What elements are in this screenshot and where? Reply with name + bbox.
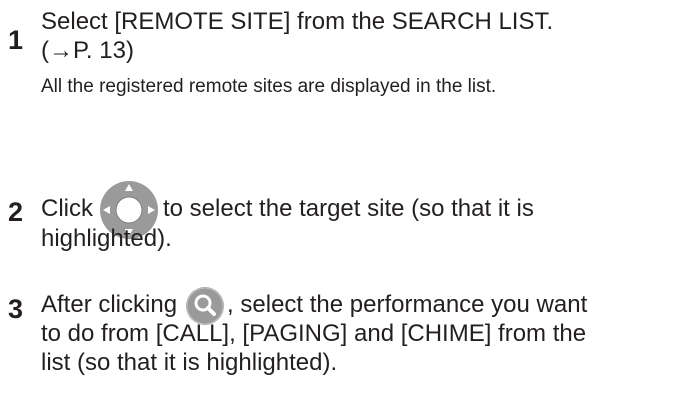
step-3-text-before-icon: After clicking (41, 291, 178, 318)
step-2-instruction-line-1: Click to select the target site (so that… (41, 180, 534, 239)
step-2-text-after-icon: to select the target site (so that it is (163, 195, 534, 222)
step-3-instruction-line-3: list (so that it is highlighted). (41, 349, 338, 376)
step-2-number: 2 (8, 197, 24, 227)
step-3-number: 3 (8, 294, 24, 324)
step-1-note: All the registered remote sites are disp… (41, 76, 497, 97)
step-2-text-before-icon: Click (41, 195, 93, 222)
step-2-instruction-line-2: highlighted). (41, 225, 172, 252)
step-1-page-reference: (→P. 13) (41, 37, 134, 64)
step-3-instruction-line-1: After clicking , select the performance … (41, 286, 588, 325)
step-3-instruction-line-2: to do from [CALL], [PAGING] and [CHIME] … (41, 320, 587, 347)
step-1-instruction: Select [REMOTE SITE] from the SEARCH LIS… (41, 8, 554, 35)
step-1-number: 1 (8, 25, 24, 55)
step-3-text-after-icon: , select the performance you want (227, 291, 588, 318)
